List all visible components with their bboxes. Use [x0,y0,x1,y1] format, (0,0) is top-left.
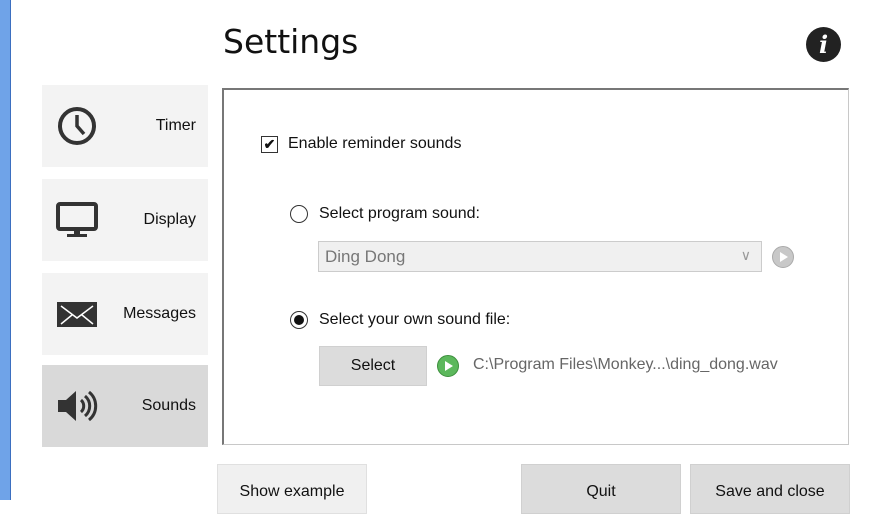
radio-circle[interactable] [290,311,308,329]
sidebar-item-messages[interactable]: Messages [42,273,208,355]
radio-circle[interactable] [290,205,308,223]
program-sound-label: Select program sound: [319,205,480,222]
sidebar-item-display[interactable]: Display [42,179,208,261]
play-program-sound-icon[interactable] [772,246,794,268]
program-sound-dropdown[interactable]: Ding Dong ∨ [318,241,762,272]
sidebar-item-label: Timer [155,117,196,134]
enable-sounds-checkbox[interactable]: ✔ Enable reminder sounds [261,135,461,153]
select-file-button[interactable]: Select [319,346,427,386]
speaker-icon [58,390,98,422]
monitor-icon [56,202,98,237]
sidebar-item-timer[interactable]: Timer [42,85,208,167]
own-file-label: Select your own sound file: [319,311,511,328]
check-icon[interactable]: ✔ [261,135,278,153]
sidebar-item-label: Messages [123,305,196,322]
sidebar-item-label: Display [143,211,196,228]
play-file-icon[interactable] [437,355,459,377]
own-file-radio[interactable]: Select your own sound file: [290,311,510,329]
enable-sounds-label: Enable reminder sounds [288,135,462,152]
page-title: Settings [223,22,359,61]
save-and-close-button[interactable]: Save and close [690,464,850,514]
dropdown-value: Ding Dong [325,247,406,266]
clock-icon [58,107,96,145]
quit-button[interactable]: Quit [521,464,681,514]
show-example-button[interactable]: Show example [217,464,367,514]
envelope-icon [57,302,97,327]
chevron-down-icon: ∨ [740,247,751,263]
program-sound-radio[interactable]: Select program sound: [290,205,480,223]
sidebar-item-label: Sounds [141,397,196,414]
file-path: C:\Program Files\Monkey...\ding_dong.wav [473,356,778,373]
window-edge [0,0,11,500]
info-button[interactable]: i [806,27,841,62]
sidebar-item-sounds[interactable]: Sounds [42,365,208,447]
